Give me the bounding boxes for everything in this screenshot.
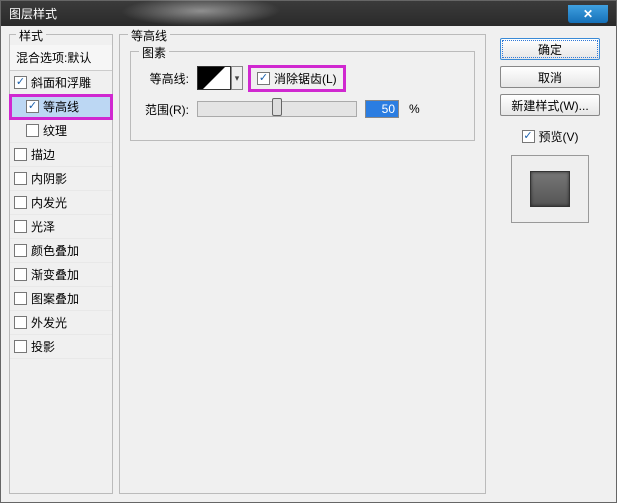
style-label: 等高线 <box>43 98 79 115</box>
preview-toggle[interactable]: 预览(V) <box>522 128 579 145</box>
styles-group: 样式 混合选项:默认 斜面和浮雕 等高线 纹理 <box>9 34 113 494</box>
style-checkbox[interactable] <box>14 292 27 305</box>
elements-group: 图素 等高线: 消除锯齿(L) 范围(R): <box>130 51 475 141</box>
styles-list: 混合选项:默认 斜面和浮雕 等高线 纹理 描 <box>10 45 112 359</box>
style-item-outer-glow[interactable]: 外发光 <box>10 311 112 335</box>
contour-row-label: 等高线: <box>141 70 189 87</box>
range-slider-thumb[interactable] <box>272 98 282 116</box>
style-item-contour[interactable]: 等高线 <box>10 95 112 119</box>
style-item-stroke[interactable]: 描边 <box>10 143 112 167</box>
antialias-wrapper: 消除锯齿(L) <box>251 68 343 89</box>
style-checkbox[interactable] <box>14 316 27 329</box>
center-panel: 等高线 图素 等高线: 消除锯齿(L) <box>119 34 486 494</box>
dialog-body: 样式 混合选项:默认 斜面和浮雕 等高线 纹理 <box>1 26 616 502</box>
style-label: 描边 <box>31 146 55 163</box>
style-checkbox[interactable] <box>14 220 27 233</box>
styles-panel: 样式 混合选项:默认 斜面和浮雕 等高线 纹理 <box>9 34 113 494</box>
style-item-gradient-overlay[interactable]: 渐变叠加 <box>10 263 112 287</box>
style-label: 渐变叠加 <box>31 266 79 283</box>
style-label: 内阴影 <box>31 170 67 187</box>
ok-button[interactable]: 确定 <box>500 38 600 60</box>
contour-picker[interactable] <box>197 66 243 90</box>
new-style-button[interactable]: 新建样式(W)... <box>500 94 600 116</box>
style-checkbox[interactable] <box>14 268 27 281</box>
style-item-drop-shadow[interactable]: 投影 <box>10 335 112 359</box>
contour-outer-group: 等高线 图素 等高线: 消除锯齿(L) <box>119 34 486 494</box>
style-checkbox[interactable] <box>26 100 39 113</box>
layer-style-dialog: 图层样式 ✕ 样式 混合选项:默认 斜面和浮雕 等高线 <box>0 0 617 503</box>
style-label: 图案叠加 <box>31 290 79 307</box>
style-checkbox[interactable] <box>14 196 27 209</box>
preview-box <box>511 155 589 223</box>
preview-checkbox[interactable] <box>522 130 535 143</box>
style-label: 光泽 <box>31 218 55 235</box>
style-checkbox[interactable] <box>14 172 27 185</box>
style-item-satin[interactable]: 光泽 <box>10 215 112 239</box>
blend-options-header[interactable]: 混合选项:默认 <box>10 45 112 71</box>
style-item-inner-glow[interactable]: 内发光 <box>10 191 112 215</box>
range-unit: % <box>409 102 420 116</box>
range-row: 范围(R): 50 % <box>141 100 464 118</box>
style-label: 斜面和浮雕 <box>31 74 91 91</box>
style-label: 外发光 <box>31 314 67 331</box>
contour-dropdown-button[interactable] <box>231 66 243 90</box>
range-row-label: 范围(R): <box>141 101 189 118</box>
style-label: 纹理 <box>43 122 67 139</box>
right-panel: 确定 取消 新建样式(W)... 预览(V) <box>492 34 608 494</box>
style-label: 颜色叠加 <box>31 242 79 259</box>
cancel-button[interactable]: 取消 <box>500 66 600 88</box>
styles-group-label: 样式 <box>16 27 46 44</box>
style-label: 内发光 <box>31 194 67 211</box>
style-checkbox[interactable] <box>14 244 27 257</box>
close-button[interactable]: ✕ <box>568 5 608 23</box>
contour-row: 等高线: 消除锯齿(L) <box>141 66 464 90</box>
window-title: 图层样式 <box>9 5 57 22</box>
style-item-texture[interactable]: 纹理 <box>10 119 112 143</box>
style-item-pattern-overlay[interactable]: 图案叠加 <box>10 287 112 311</box>
elements-group-label: 图素 <box>139 44 169 61</box>
contour-swatch[interactable] <box>197 66 231 90</box>
range-value-input[interactable]: 50 <box>365 100 399 118</box>
style-checkbox[interactable] <box>14 148 27 161</box>
preview-label: 预览(V) <box>539 128 579 145</box>
range-slider[interactable] <box>197 101 357 117</box>
preview-swatch <box>530 171 570 207</box>
style-item-color-overlay[interactable]: 颜色叠加 <box>10 239 112 263</box>
style-label: 投影 <box>31 338 55 355</box>
titlebar[interactable]: 图层样式 ✕ <box>1 1 616 26</box>
titlebar-gloss <box>117 0 285 26</box>
style-item-inner-shadow[interactable]: 内阴影 <box>10 167 112 191</box>
style-item-bevel[interactable]: 斜面和浮雕 <box>10 71 112 95</box>
antialias-label: 消除锯齿(L) <box>274 70 337 87</box>
style-checkbox[interactable] <box>26 124 39 137</box>
antialias-checkbox[interactable] <box>257 72 270 85</box>
contour-outer-label: 等高线 <box>128 27 170 44</box>
style-checkbox[interactable] <box>14 76 27 89</box>
close-icon: ✕ <box>583 7 593 21</box>
style-checkbox[interactable] <box>14 340 27 353</box>
